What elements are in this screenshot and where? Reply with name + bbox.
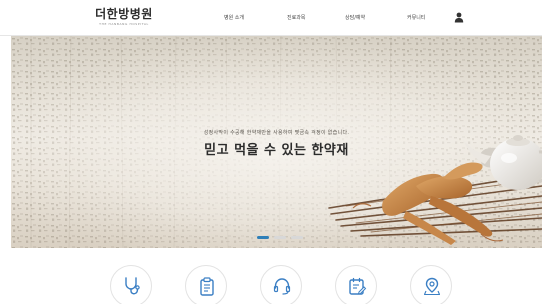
hero-subtitle: 성정사막이 수공해 한약재만을 사용하여 몇금속 걱정이 없습니다. xyxy=(203,130,350,136)
hero-title: 믿고 먹을 수 있는 한약재 xyxy=(204,143,349,158)
clipboard-icon xyxy=(200,277,214,296)
nav-item-departments[interactable]: 진료과목 xyxy=(287,13,305,23)
logo[interactable]: 더한방병원 THE HANBANG HOSPITAL xyxy=(92,6,156,30)
location-pin-icon xyxy=(423,277,441,296)
service-reservation[interactable] xyxy=(335,265,377,304)
user-icon[interactable] xyxy=(454,12,464,23)
service-departments[interactable] xyxy=(185,265,227,304)
headset-icon xyxy=(273,278,291,295)
stethoscope-icon xyxy=(125,277,140,295)
logo-text: 더한방병원 xyxy=(95,7,153,21)
slide-dot-1[interactable] xyxy=(257,236,269,239)
slide-dot-2[interactable] xyxy=(274,236,286,239)
slider-pagination xyxy=(257,236,317,240)
calendar-edit-icon xyxy=(349,277,367,295)
slide-dot-3[interactable] xyxy=(291,236,303,239)
page: 더한방병원 THE HANBANG HOSPITAL 병원 소개 진료과목 상담… xyxy=(0,0,542,304)
logo-subtext: THE HANBANG HOSPITAL xyxy=(99,22,149,26)
nav-item-community[interactable]: 커뮤니티 xyxy=(407,13,425,23)
service-location[interactable] xyxy=(410,265,452,304)
nav-item-consultation[interactable]: 상담/예약 xyxy=(345,13,365,23)
hero-banner: 성정사막이 수공해 한약재만을 사용하여 몇금속 걱정이 없습니다. 믿고 먹을… xyxy=(11,36,542,248)
service-consultation[interactable] xyxy=(260,265,302,304)
service-medical[interactable] xyxy=(110,265,152,304)
nav-item-hospital-intro[interactable]: 병원 소개 xyxy=(224,13,244,23)
header: 더한방병원 THE HANBANG HOSPITAL 병원 소개 진료과목 상담… xyxy=(0,0,542,36)
